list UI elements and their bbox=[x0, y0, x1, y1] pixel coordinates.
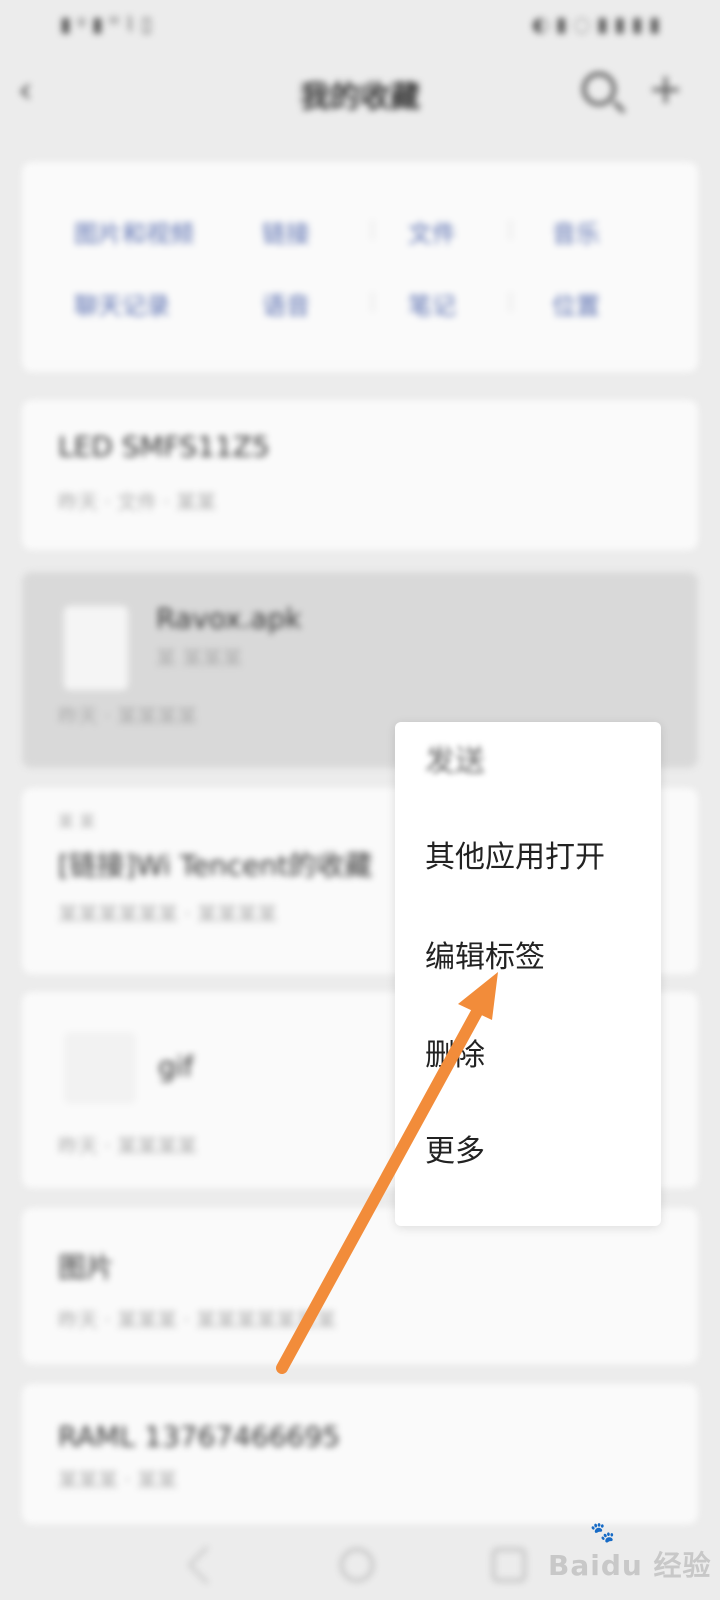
watermark-text: Baidu 经验 bbox=[548, 1549, 712, 1582]
paw-icon: 🐾 bbox=[590, 1520, 615, 1544]
arrow-shaft bbox=[276, 1004, 484, 1374]
annotation-arrow bbox=[276, 972, 498, 1374]
baidu-watermark: 🐾 Baidu 经验 bbox=[548, 1520, 718, 1584]
arrow-head bbox=[458, 972, 498, 1020]
